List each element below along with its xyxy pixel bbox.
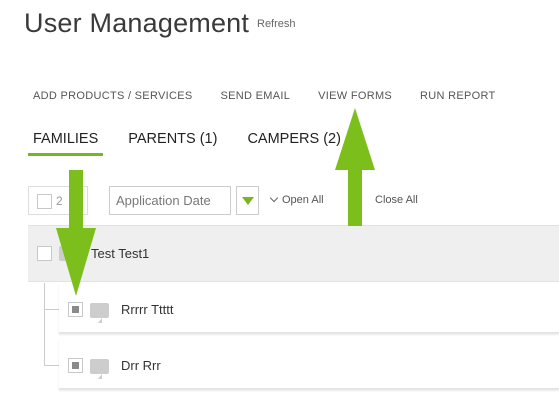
action-bar: ADD PRODUCTS / SERVICES SEND EMAIL VIEW … [33, 90, 524, 102]
tab-parents[interactable]: PARENTS (1) [123, 128, 222, 156]
filter-row: 2 Application Date Open All Close All [28, 186, 559, 215]
sort-select-value: Application Date [116, 193, 211, 208]
family-row[interactable]: Test Test1 [28, 225, 559, 282]
send-email-button[interactable]: SEND EMAIL [221, 90, 291, 102]
refresh-link[interactable]: Refresh [257, 18, 296, 30]
family-name: Test Test1 [91, 246, 150, 261]
tree-connector [44, 283, 45, 366]
arrow-up-icon [335, 108, 375, 226]
open-all-label: Open All [282, 194, 324, 206]
tab-campers[interactable]: CAMPERS (2) [242, 128, 345, 156]
camper-name: Drr Rrr [121, 358, 161, 373]
triangle-down-icon [242, 197, 254, 205]
family-checkbox[interactable] [37, 246, 52, 261]
camper-row[interactable]: Rrrrr Ttttt [59, 284, 559, 334]
tab-bar: FAMILIES PARENTS (1) CAMPERS (2) [28, 128, 366, 156]
arrow-down-icon [56, 170, 96, 296]
page-title: User Management [24, 8, 250, 38]
close-all-label: Close All [375, 194, 418, 206]
camper-checkbox[interactable] [68, 302, 83, 317]
add-products-services-button[interactable]: ADD PRODUCTS / SERVICES [33, 90, 193, 102]
user-icon [90, 303, 109, 318]
open-all-button[interactable]: Open All [269, 193, 324, 206]
tree-branch [44, 309, 59, 310]
user-icon [90, 359, 109, 374]
view-forms-button[interactable]: VIEW FORMS [318, 90, 392, 102]
camper-checkbox[interactable] [68, 358, 83, 373]
close-all-button[interactable]: Close All [375, 194, 418, 206]
camper-row[interactable]: Drr Rrr [59, 340, 559, 390]
tab-families[interactable]: FAMILIES [28, 128, 104, 156]
select-all-checkbox[interactable] [37, 194, 52, 209]
tree-branch [44, 365, 59, 366]
sort-select[interactable]: Application Date [109, 186, 231, 215]
camper-name: Rrrrr Ttttt [121, 302, 174, 317]
sort-toggle-button[interactable] [236, 186, 259, 215]
run-report-button[interactable]: RUN REPORT [420, 90, 496, 102]
chevron-down-icon [269, 193, 279, 203]
